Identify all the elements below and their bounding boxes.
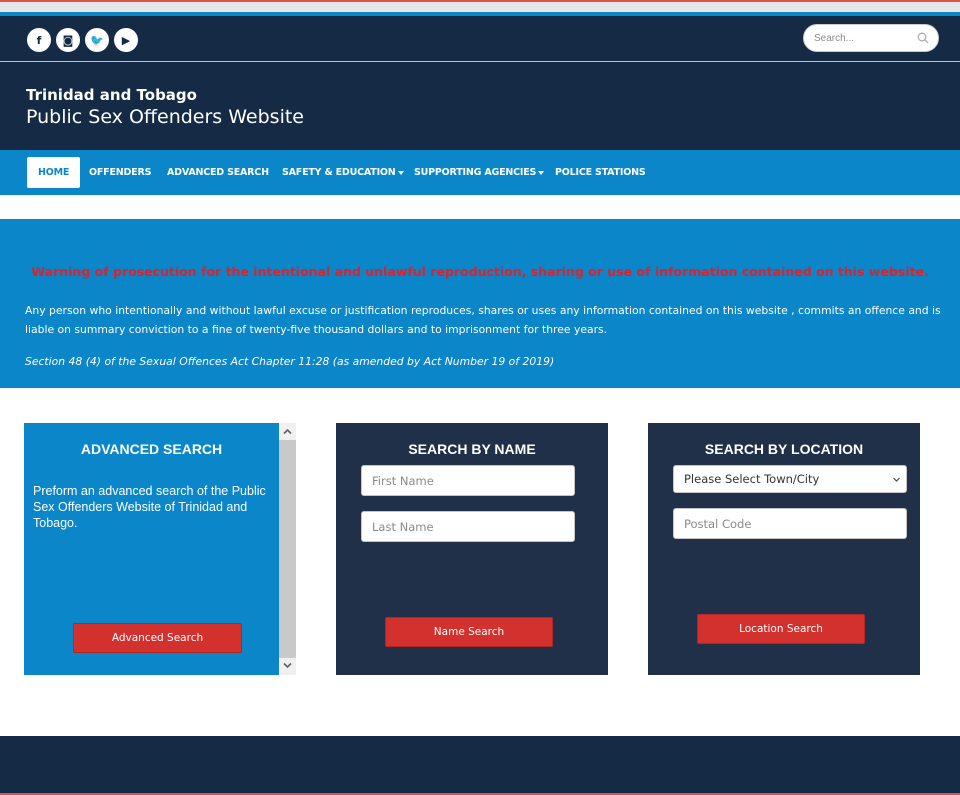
warning-banner: Warning of prosecution for the intention… xyxy=(0,219,960,388)
nav-safety-education-label: SAFETY & EDUCATION xyxy=(282,167,396,178)
location-search-button[interactable]: Location Search xyxy=(697,614,865,644)
nav-safety-education[interactable]: SAFETY & EDUCATION xyxy=(282,157,404,188)
name-search-button[interactable]: Name Search xyxy=(385,617,553,647)
site-search xyxy=(803,24,939,52)
last-name-input[interactable] xyxy=(361,511,575,542)
top-bar: f ◙ 🐦 ▶ xyxy=(0,16,960,62)
warning-body: Any person who intentionally and without… xyxy=(25,304,941,336)
advanced-search-title: ADVANCED SEARCH xyxy=(80,441,223,457)
nav-home[interactable]: HOME xyxy=(27,157,81,188)
card-scrollbar[interactable] xyxy=(279,423,296,675)
youtube-icon[interactable]: ▶ xyxy=(114,28,138,52)
nav-home-label: HOME xyxy=(38,167,70,178)
caret-down-icon xyxy=(397,170,404,175)
search-by-name-title: SEARCH BY NAME xyxy=(408,441,536,457)
search-by-location-title: SEARCH BY LOCATION xyxy=(704,441,864,457)
town-city-selected-value: Please Select Town/City xyxy=(684,472,820,486)
twitter-icon[interactable]: 🐦 xyxy=(85,28,109,52)
warning-title: Warning of prosecution for the intention… xyxy=(31,264,929,279)
nav-offenders-label: OFFENDERS xyxy=(89,167,152,178)
scroll-up-icon[interactable] xyxy=(283,427,292,436)
town-city-select[interactable]: Please Select Town/City xyxy=(673,465,907,493)
nav-advanced-search[interactable]: ADVANCED SEARCH xyxy=(167,157,269,188)
nav-advanced-search-label: ADVANCED SEARCH xyxy=(167,167,269,178)
site-footer xyxy=(0,736,960,795)
scrollbar-thumb[interactable] xyxy=(279,440,296,658)
search-input[interactable] xyxy=(814,32,914,44)
nav-police-stations-label: POLICE STATIONS xyxy=(555,167,646,178)
search-icon[interactable] xyxy=(917,32,929,44)
nav-supporting-agencies[interactable]: SUPPORTING AGENCIES xyxy=(414,157,545,188)
site-header: Trinidad and Tobago Public Sex Offenders… xyxy=(0,62,960,150)
caret-down-icon xyxy=(538,170,545,175)
nav-offenders[interactable]: OFFENDERS xyxy=(89,157,151,188)
nav-police-stations[interactable]: POLICE STATIONS xyxy=(555,157,646,188)
scroll-down-icon[interactable] xyxy=(283,661,292,670)
site-title[interactable]: Public Sex Offenders Website xyxy=(26,106,304,128)
site-title-country: Trinidad and Tobago xyxy=(26,86,197,104)
postal-code-input[interactable] xyxy=(673,508,907,539)
facebook-icon[interactable]: f xyxy=(27,28,51,52)
instagram-icon[interactable]: ◙ xyxy=(56,28,80,52)
advanced-search-description: Preform an advanced search of the Public… xyxy=(33,484,266,530)
warning-legal-reference: Section 48 (4) of the Sexual Offences Ac… xyxy=(25,355,555,368)
first-name-input[interactable] xyxy=(361,465,575,496)
nav-supporting-agencies-label: SUPPORTING AGENCIES xyxy=(414,167,537,178)
social-links: f ◙ 🐦 ▶ xyxy=(27,28,138,52)
chevron-down-icon xyxy=(893,477,900,482)
advanced-search-button[interactable]: Advanced Search xyxy=(73,623,242,653)
main-nav: HOME OFFENDERS ADVANCED SEARCH SAFETY & … xyxy=(0,150,960,195)
